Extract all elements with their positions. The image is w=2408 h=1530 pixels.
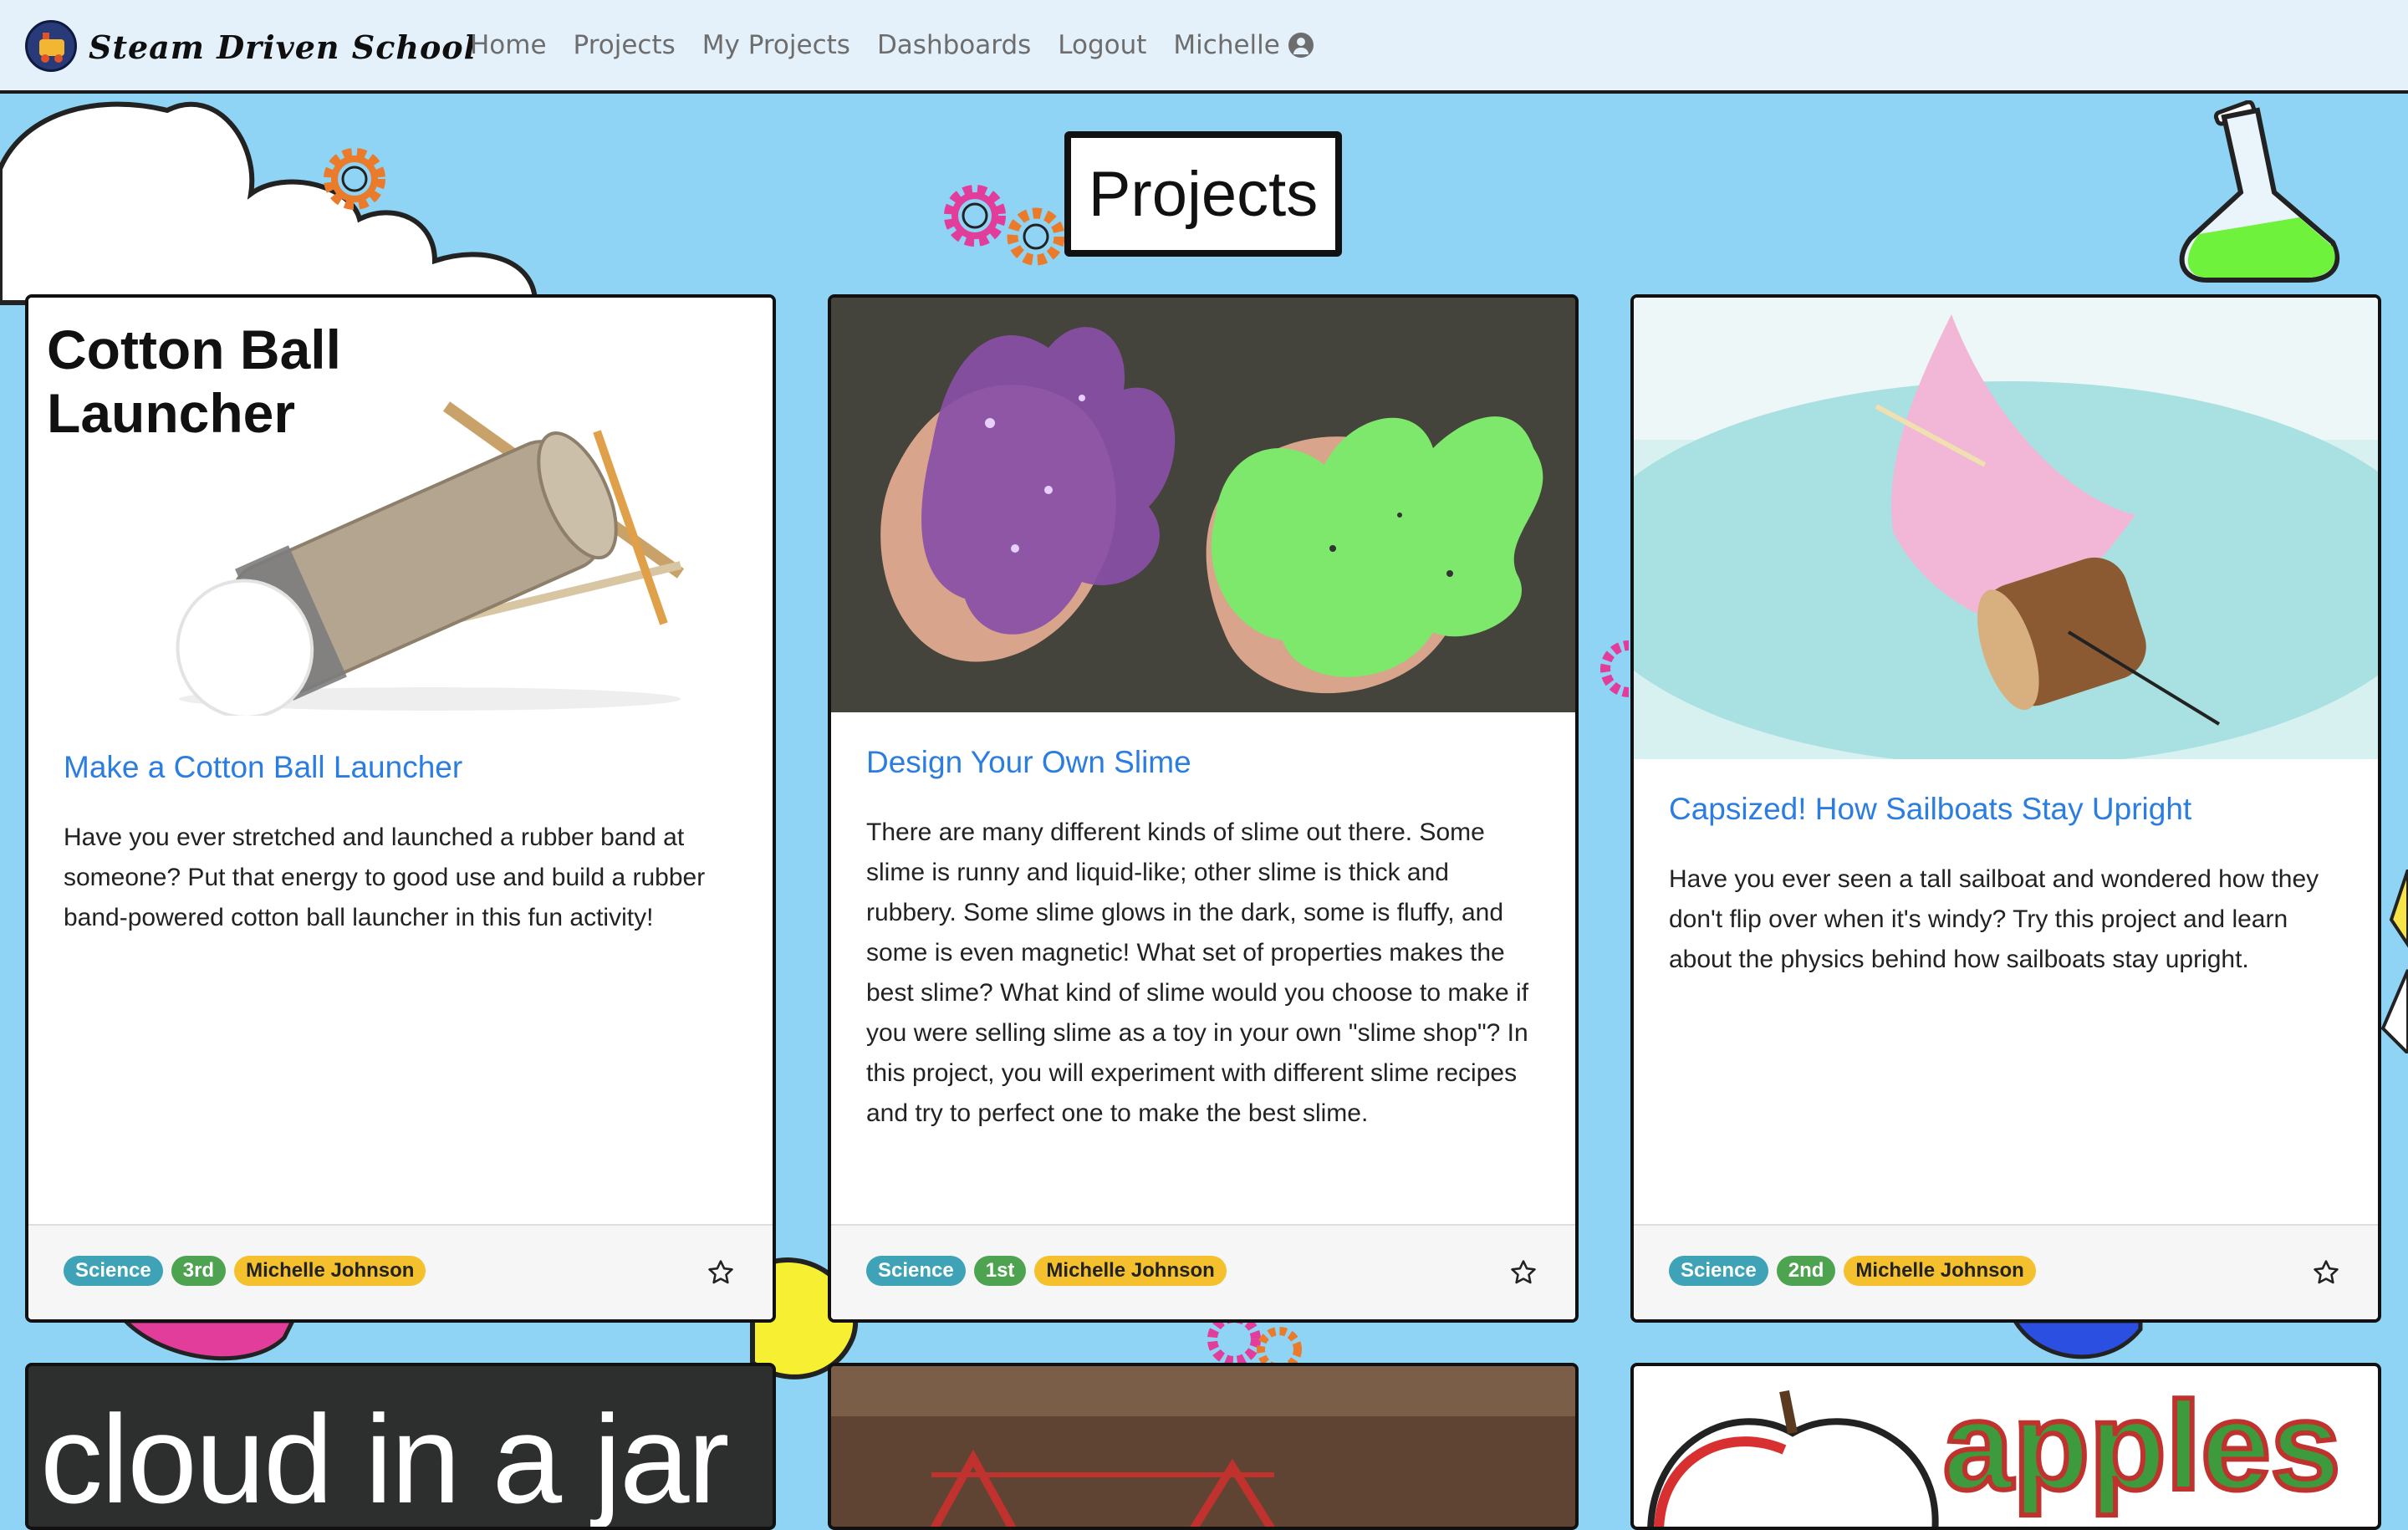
- launcher-illustration: [176, 401, 685, 716]
- page-title: Projects: [1064, 131, 1342, 257]
- image-caption: apples: [1941, 1375, 2343, 1516]
- project-card[interactable]: [828, 1363, 1579, 1530]
- project-description: Have you ever seen a tall sailboat and w…: [1669, 865, 2319, 974]
- favorite-star-icon[interactable]: [702, 1254, 739, 1291]
- project-card[interactable]: apples: [1630, 1363, 2381, 1530]
- train-logo-icon[interactable]: [25, 20, 77, 72]
- gear-icon: [1600, 640, 1629, 697]
- flask-icon: [2179, 100, 2340, 283]
- slime-illustration: [831, 298, 1575, 712]
- project-image[interactable]: [831, 298, 1575, 712]
- subject-badge: Science: [1669, 1256, 1768, 1286]
- sailboat-illustration: [1634, 298, 2378, 759]
- image-caption: cloud in a jar: [40, 1389, 729, 1529]
- grade-badge: 3rd: [171, 1256, 227, 1286]
- project-image[interactable]: [1634, 298, 2378, 759]
- project-description: Have you ever stretched and launched a r…: [64, 824, 706, 932]
- user-circle-icon: [1288, 33, 1314, 58]
- project-title-link[interactable]: Capsized! How Sailboats Stay Upright: [1669, 791, 2343, 828]
- project-description: There are many different kinds of slime …: [866, 819, 1529, 1128]
- nav-user-menu[interactable]: Michelle: [1173, 30, 1314, 60]
- bridge-illustration: [831, 1366, 1575, 1527]
- navbar: Steam Driven School Home Projects My Pro…: [0, 0, 2408, 94]
- project-title-link[interactable]: Design Your Own Slime: [866, 744, 1540, 781]
- gear-icon: [324, 148, 385, 210]
- nav-logout[interactable]: Logout: [1058, 30, 1146, 60]
- project-card[interactable]: Capsized! How Sailboats Stay Upright Hav…: [1630, 294, 2381, 1323]
- author-badge: Michelle Johnson: [234, 1256, 426, 1286]
- author-badge: Michelle Johnson: [1034, 1256, 1227, 1286]
- brand-name[interactable]: Steam Driven School: [89, 28, 477, 66]
- nav-dashboards[interactable]: Dashboards: [877, 30, 1031, 60]
- project-card[interactable]: cloud in a jar: [25, 1363, 776, 1530]
- nav-links: Home Projects My Projects Dashboards Log…: [470, 30, 1340, 60]
- project-title-link[interactable]: Make a Cotton Ball Launcher: [64, 749, 737, 786]
- subject-badge: Science: [64, 1256, 163, 1286]
- favorite-star-icon[interactable]: [1505, 1254, 1542, 1291]
- subject-badge: Science: [866, 1256, 966, 1286]
- favorite-star-icon[interactable]: [2308, 1254, 2344, 1291]
- gear-icon: [1007, 207, 1065, 266]
- grade-badge: 1st: [973, 1256, 1027, 1286]
- author-badge: Michelle Johnson: [1844, 1256, 2036, 1286]
- card-footer: Science 2nd Michelle Johnson: [1634, 1224, 2378, 1319]
- card-footer: Science 3rd Michelle Johnson: [28, 1224, 773, 1319]
- nav-projects[interactable]: Projects: [574, 30, 676, 60]
- user-name: Michelle: [1173, 30, 1280, 60]
- project-card[interactable]: Cotton Ball Launcher Make a Cotton Ball …: [25, 294, 776, 1323]
- project-card[interactable]: Design Your Own Slime There are many dif…: [828, 294, 1579, 1323]
- nav-home[interactable]: Home: [470, 30, 547, 60]
- nav-my-projects[interactable]: My Projects: [702, 30, 850, 60]
- card-footer: Science 1st Michelle Johnson: [831, 1224, 1575, 1319]
- project-image[interactable]: Cotton Ball Launcher: [28, 298, 773, 716]
- grade-badge: 2nd: [1776, 1256, 1836, 1286]
